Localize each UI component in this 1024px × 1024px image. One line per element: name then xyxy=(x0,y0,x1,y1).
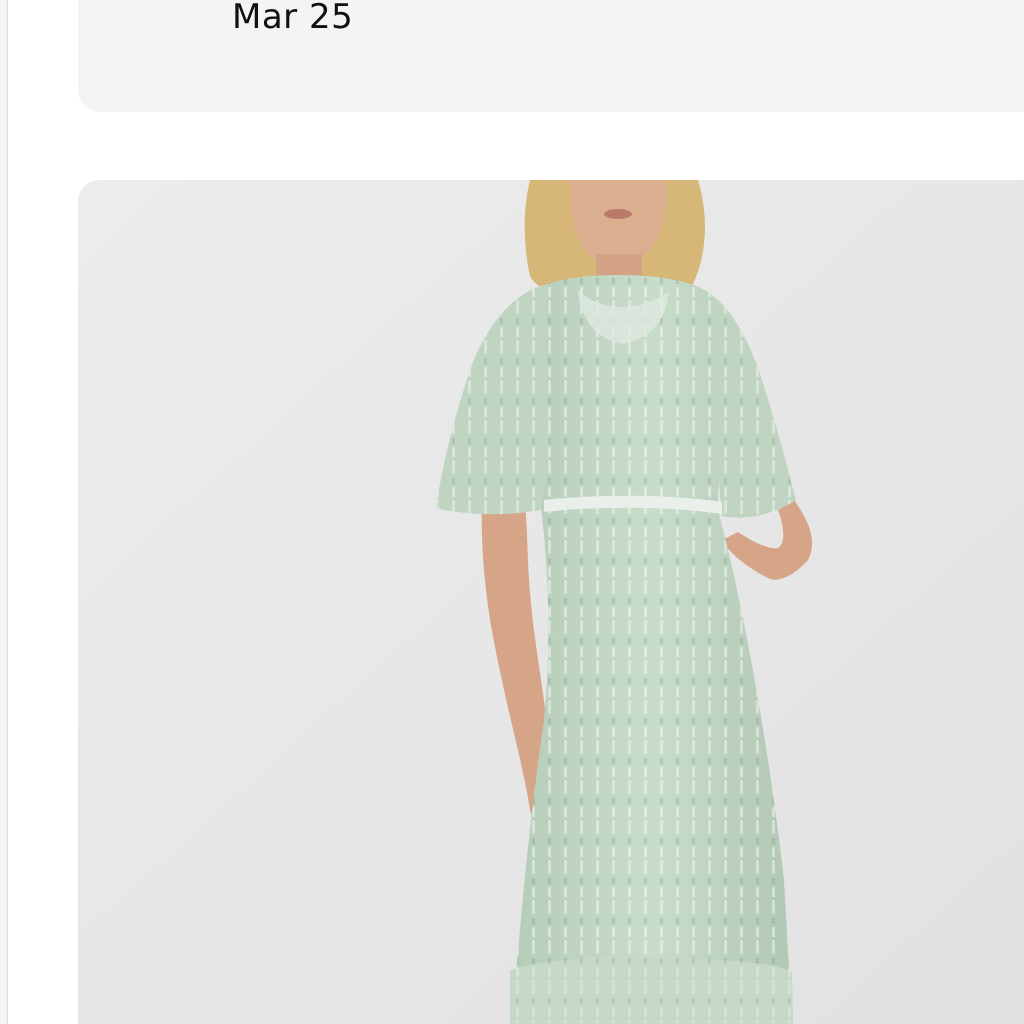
product-photo-card[interactable] xyxy=(78,180,1024,1024)
page: Mar 25 xyxy=(0,0,1024,1024)
date-card[interactable]: Mar 25 xyxy=(78,0,1024,112)
left-edge-divider xyxy=(0,0,8,1024)
dress-photo xyxy=(78,180,1024,1024)
date-label: Mar 25 xyxy=(232,0,354,37)
